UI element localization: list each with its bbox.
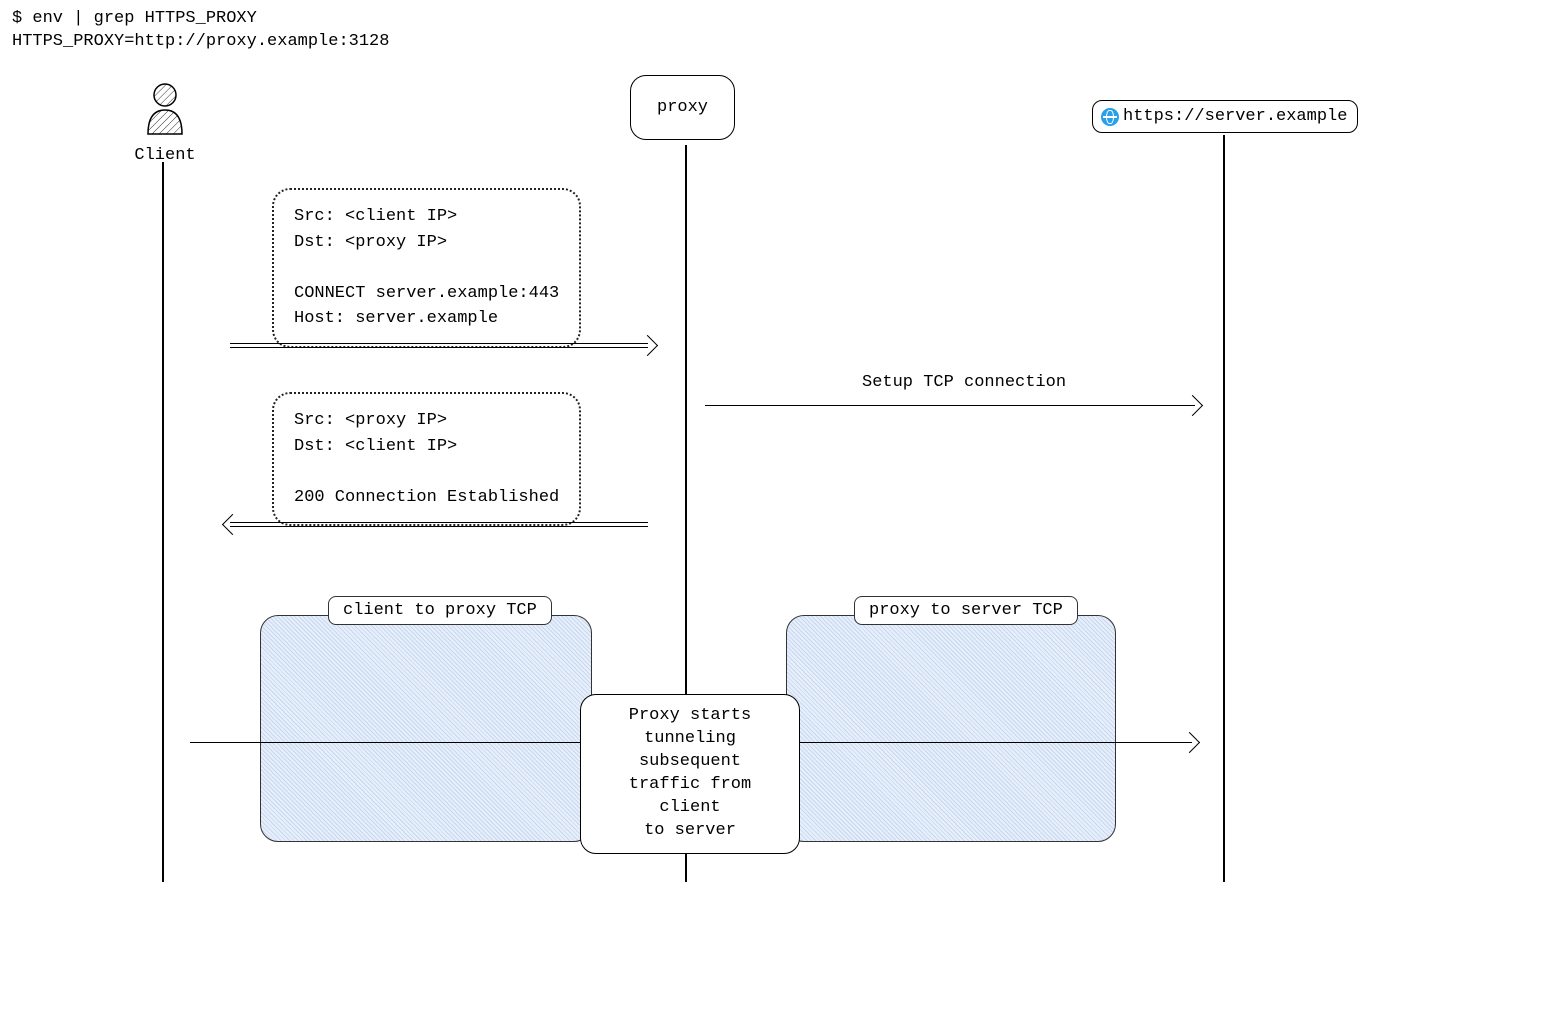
- label-client-proxy-tcp: client to proxy TCP: [328, 596, 552, 625]
- note-tunnel: Proxy starts tunneling subsequent traffi…: [580, 694, 800, 854]
- actor-client: Client: [130, 82, 200, 165]
- arrow-connect-response: [230, 522, 648, 527]
- arrow-connect-request: [230, 343, 648, 348]
- terminal-result: HTTPS_PROXY=http://proxy.example:3128: [12, 32, 389, 51]
- arrow-setup-tcp: [705, 405, 1195, 406]
- node-proxy: proxy: [630, 75, 735, 140]
- node-proxy-label: proxy: [657, 98, 708, 117]
- arrowhead-setup-tcp: [1182, 395, 1203, 416]
- arrowhead-connect-response: [222, 514, 243, 535]
- node-server: https://server.example: [1092, 100, 1358, 133]
- terminal-output: $ env | grep HTTPS_PROXY HTTPS_PROXY=htt…: [12, 8, 389, 54]
- message-connect-response: Src: <proxy IP> Dst: <client IP> 200 Con…: [272, 392, 581, 526]
- lifeline-server: [1223, 135, 1225, 882]
- box-proxy-server-tcp: [786, 615, 1116, 842]
- arrowhead-tunnel-right: [1179, 732, 1200, 753]
- actor-client-label: Client: [130, 146, 200, 165]
- label-proxy-server-tcp: proxy to server TCP: [854, 596, 1078, 625]
- message-connect-request: Src: <client IP> Dst: <proxy IP> CONNECT…: [272, 188, 581, 348]
- node-server-url: https://server.example: [1123, 107, 1347, 126]
- arrowhead-connect-request: [637, 335, 658, 356]
- box-client-proxy-tcp: [260, 615, 592, 842]
- note-tunnel-text: Proxy starts tunneling subsequent traffi…: [595, 705, 785, 843]
- label-setup-tcp: Setup TCP connection: [858, 373, 1070, 392]
- sequence-diagram: $ env | grep HTTPS_PROXY HTTPS_PROXY=htt…: [0, 0, 1544, 1010]
- person-icon: [140, 82, 190, 137]
- terminal-command: $ env | grep HTTPS_PROXY: [12, 9, 257, 28]
- globe-icon: [1101, 108, 1119, 126]
- lifeline-client: [162, 162, 164, 882]
